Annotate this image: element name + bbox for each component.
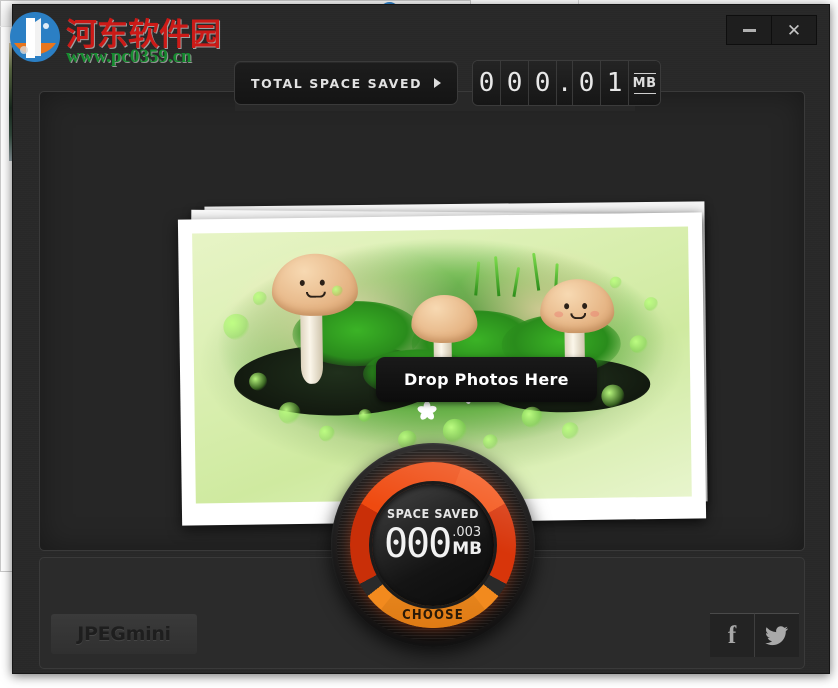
gauge-fraction-value: .003 [452,525,482,540]
drop-photos-label: Drop Photos Here [376,357,597,402]
twitter-bird-icon [765,625,789,645]
app-root: ? ✕ [0,0,838,688]
white-flower [416,400,438,422]
desktop-strip [0,572,12,688]
total-space-saved-readout: 0 0 0 . 0 1 MB [472,60,662,106]
jpegmini-logo[interactable]: JPEGmini [51,614,197,654]
close-icon: ✕ [786,20,802,40]
window-controls: ✕ [726,15,817,45]
total-space-saved-bar: TOTAL SPACE SAVED 0 0 0 . 0 1 MB [234,57,662,109]
digit: 0 [529,61,558,105]
gauge-unit: MB [452,539,483,560]
digit: 0 [501,61,530,105]
digit-decimal-point: . [557,61,574,105]
jpegmini-window: ✕ Drop Photos Here JPEGmini f CHOOSE SPA… [12,4,830,674]
mushroom-left [271,252,360,394]
play-arrow-icon [434,78,442,88]
gauge-integer-value: 000 [383,521,452,567]
social-buttons: f [710,613,799,657]
space-saved-gauge: CHOOSE SPACE SAVED 000 .003 MB [331,443,535,647]
gauge-value-row: 000 .003 MB [372,524,494,564]
total-space-saved-label: TOTAL SPACE SAVED [251,75,423,91]
unit-rule-bottom [633,92,656,94]
digit: 0 [473,61,502,105]
minimize-icon [742,28,756,32]
close-button[interactable]: ✕ [772,15,817,45]
facebook-button[interactable]: f [710,613,754,657]
digit: 1 [601,61,630,105]
digit: 0 [573,61,602,105]
unit-text: MB [632,75,657,91]
total-space-saved-button[interactable]: TOTAL SPACE SAVED [234,61,459,105]
facebook-icon: f [727,622,737,649]
gauge-fraction-unit: .003 MB [452,525,483,560]
gauge-title: SPACE SAVED [386,506,480,521]
twitter-button[interactable] [754,613,799,657]
readout-unit: MB [629,61,661,105]
gauge-inner-face: SPACE SAVED 000 .003 MB [372,484,494,606]
minimize-button[interactable] [726,15,772,45]
jpegmini-logo-text: JPEGmini [77,623,171,645]
